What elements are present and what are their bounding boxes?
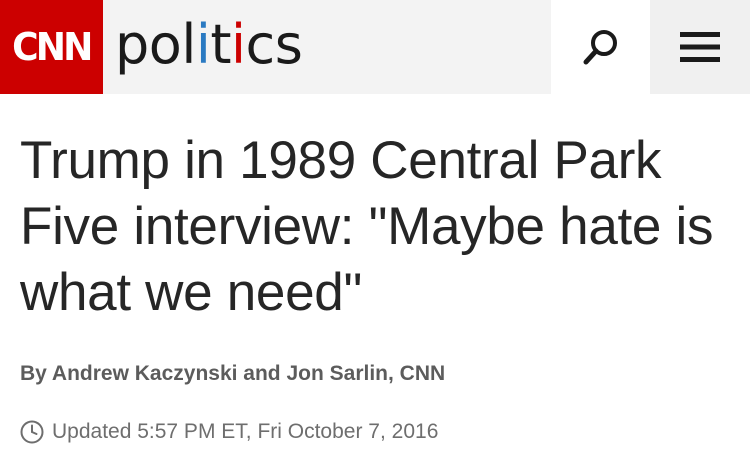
cnn-logo[interactable]: CNN — [0, 0, 103, 94]
updated-text: Updated 5:57 PM ET, Fri October 7, 2016 — [52, 420, 439, 443]
cnn-logo-text: CNN — [12, 25, 93, 69]
article-byline: By Andrew Kaczynski and Jon Sarlin, CNN — [20, 362, 446, 385]
article-headline: Trump in 1989 Central Park Five intervie… — [20, 131, 714, 322]
menu-button[interactable] — [650, 0, 750, 94]
hamburger-menu-icon — [680, 32, 720, 62]
search-button[interactable] — [551, 0, 650, 94]
section-title-politics[interactable]: politics — [115, 5, 303, 85]
article-timestamp: Updated 5:57 PM ET, Fri October 7, 2016 — [20, 420, 438, 444]
search-icon — [583, 30, 617, 65]
clock-icon — [20, 420, 44, 444]
site-header: CNN politics — [0, 0, 750, 94]
